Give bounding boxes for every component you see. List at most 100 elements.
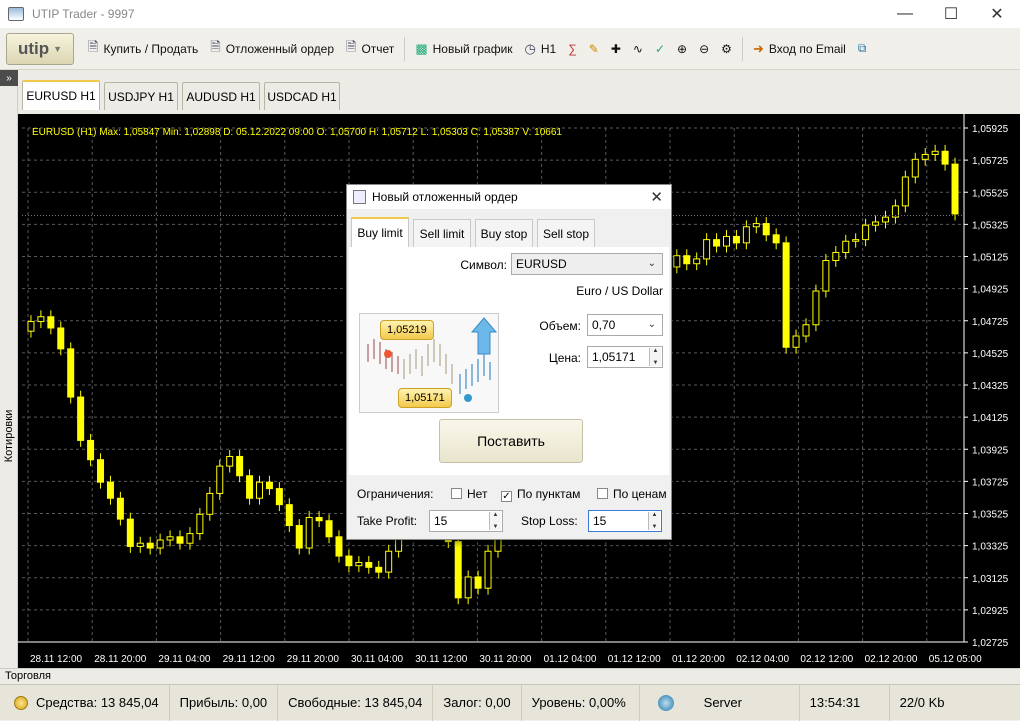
y-tick-label: 1,05125 (972, 253, 1009, 264)
utip-menu-button[interactable]: utip ▼ (6, 32, 74, 65)
buy-sell-button[interactable]: 🗎 Купить / Продать (82, 34, 204, 64)
pending-order-dialog: Новый отложенный ордер ✕ Buy limit Sell … (346, 184, 672, 540)
place-order-button[interactable]: Поставить (439, 419, 583, 463)
zoom-in-button[interactable]: ⊕ (671, 34, 693, 64)
gear-icon: ⚙ (721, 41, 732, 56)
expand-panel-icon[interactable]: » (0, 70, 18, 86)
trendline-button[interactable]: ∿ (627, 34, 649, 64)
x-tick-label: 29.11 20:00 (287, 654, 340, 665)
price-input[interactable]: 1,05171 ▲ ▼ (587, 346, 663, 368)
price-spinner[interactable]: ▲ ▼ (649, 348, 661, 366)
trading-panel-header[interactable]: Торговля (0, 668, 1020, 684)
candle-body (713, 239, 721, 247)
clock-value: 13:54:31 (800, 684, 890, 721)
candle-body (673, 255, 681, 268)
tab-audusd[interactable]: AUDUSD H1 (182, 82, 260, 110)
candle-body (236, 455, 244, 477)
limit-points-option[interactable]: ✓ По пунктам (501, 487, 580, 502)
candle-body (742, 226, 750, 244)
indicators-button[interactable]: ∑ (562, 34, 583, 64)
maximize-button[interactable]: ☐ (928, 0, 974, 28)
price-value: 1,05171 (592, 350, 636, 364)
x-tick-label: 30.11 20:00 (479, 654, 532, 665)
y-tick-label: 1,05325 (972, 220, 1009, 231)
limits-label: Ограничения: (357, 487, 434, 501)
zoom-out-button[interactable]: ⊖ (693, 34, 715, 64)
x-tick-label: 30.11 04:00 (351, 654, 404, 665)
login-icon: ➜ (752, 40, 764, 56)
stop-loss-input[interactable]: 15 ▲ ▼ (588, 510, 662, 532)
take-profit-input[interactable]: 15 ▲ ▼ (429, 510, 503, 532)
candle-body (792, 335, 800, 348)
candle-body (47, 316, 55, 329)
x-tick-label: 29.11 12:00 (223, 654, 276, 665)
signal-icon: ✓ (654, 41, 666, 56)
buy-limit-illustration: 1,05219 1,05171 (359, 313, 499, 413)
y-tick-label: 1,03525 (972, 510, 1009, 521)
new-chart-button[interactable]: ▩ Новый график (409, 34, 518, 64)
tab-usdcad[interactable]: USDCAD H1 (264, 82, 340, 110)
zoom-out-icon: ⊖ (699, 41, 710, 56)
document-icon: 🗎 (210, 38, 221, 54)
tab-sell-limit[interactable]: Sell limit (413, 219, 471, 247)
timeframe-button[interactable]: ◷ H1 (519, 34, 563, 64)
stop-loss-spinner[interactable]: ▲ ▼ (648, 512, 660, 530)
x-tick-label: 29.11 04:00 (158, 654, 211, 665)
zoom-in-icon: ⊕ (677, 41, 688, 56)
tab-usdjpy[interactable]: USDJPY H1 (104, 82, 178, 110)
chevron-down-icon: ⌄ (647, 319, 656, 330)
report-button[interactable]: 🗎 Отчет (340, 34, 400, 64)
login-email-button[interactable]: ➜ Вход по Email (747, 34, 852, 64)
pending-order-button[interactable]: 🗎 Отложенный ордер (204, 34, 340, 64)
windows-button[interactable]: ⧉ (852, 34, 873, 64)
report-icon: 🗎 (346, 38, 357, 54)
quotes-panel-label[interactable]: Котировки (3, 405, 15, 467)
tab-eurusd[interactable]: EURUSD H1 (22, 80, 100, 110)
traffic-value: 22/0 Kb (899, 695, 945, 710)
funds-value: Средства: 13 845,04 (36, 695, 159, 710)
candle-body (911, 158, 919, 178)
symbol-label: Символ: (460, 258, 507, 272)
dialog-close-icon[interactable]: ✕ (650, 188, 663, 206)
limit-none-checkbox[interactable] (451, 488, 462, 499)
symbol-value: EURUSD (516, 257, 567, 271)
tab-sell-stop[interactable]: Sell stop (537, 219, 595, 247)
limit-prices-option[interactable]: По ценам (597, 487, 667, 501)
limit-points-checkbox[interactable]: ✓ (501, 491, 512, 502)
take-profit-spinner[interactable]: ▲ ▼ (489, 512, 501, 530)
candle-body (732, 235, 740, 244)
candle-body (136, 542, 144, 547)
crosshair-button[interactable]: ✚ (605, 34, 627, 64)
chevron-down-icon: ⌄ (647, 258, 656, 269)
symbol-select[interactable]: EURUSD ⌄ (511, 253, 663, 275)
candle-body (951, 163, 959, 215)
limit-none-option[interactable]: Нет (451, 487, 487, 501)
app-icon (8, 7, 24, 21)
y-tick-label: 1,05925 (972, 124, 1009, 135)
minimize-button[interactable]: — (882, 0, 928, 28)
pencil-icon: ✎ (588, 41, 599, 56)
candle-body (703, 239, 711, 260)
draw-button[interactable]: ✎ (583, 34, 605, 64)
candle-body (27, 321, 35, 332)
chart-header-info: EURUSD (H1) Max: 1,05847 Min: 1,02898 D:… (32, 127, 562, 138)
candle-body (265, 481, 273, 490)
candle-body (37, 316, 45, 323)
candle-body (166, 536, 174, 541)
free-value: Свободные: 13 845,04 (278, 684, 434, 721)
candle-body (723, 235, 730, 247)
close-button[interactable]: ✕ (974, 0, 1020, 28)
candle-body (901, 176, 909, 207)
indicator-icon: ∑ (568, 41, 577, 56)
signals-button[interactable]: ✓ (649, 34, 671, 64)
settings-button[interactable]: ⚙ (715, 34, 738, 64)
x-tick-label: 28.11 12:00 (30, 654, 83, 665)
volume-input[interactable]: 0,70 ⌄ (587, 314, 663, 336)
tab-buy-stop[interactable]: Buy stop (475, 219, 533, 247)
limit-prices-checkbox[interactable] (597, 488, 608, 499)
x-tick-label: 02.12 20:00 (865, 654, 918, 665)
candle-body (87, 439, 95, 461)
level-value: Уровень: 0,00% (522, 684, 640, 721)
y-tick-label: 1,03125 (972, 574, 1009, 585)
tab-buy-limit[interactable]: Buy limit (351, 217, 409, 247)
